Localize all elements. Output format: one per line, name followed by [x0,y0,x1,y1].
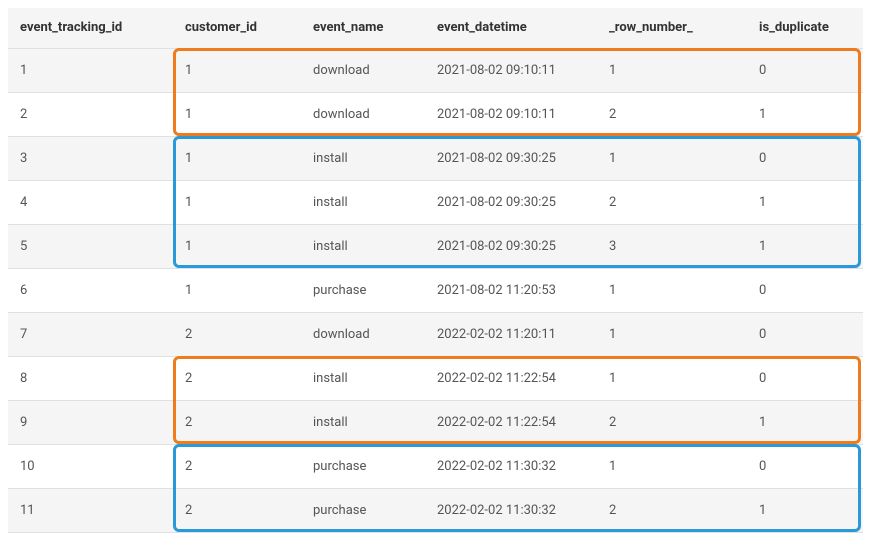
col-event-tracking-id: event_tracking_id [8,8,173,48]
col-customer-id: customer_id [173,8,301,48]
cell--row-number-: 3 [597,224,747,268]
data-table: event_tracking_id customer_id event_name… [8,8,863,533]
table-row: 112purchase2022-02-02 11:30:3221 [8,488,863,532]
col-row-number: _row_number_ [597,8,747,48]
cell-is-duplicate: 1 [747,488,863,532]
cell-is-duplicate: 0 [747,312,863,356]
cell-is-duplicate: 0 [747,356,863,400]
cell-event-name: purchase [301,488,425,532]
cell-event-tracking-id: 8 [8,356,173,400]
cell--row-number-: 2 [597,400,747,444]
cell-is-duplicate: 0 [747,48,863,92]
table-row: 72download2022-02-02 11:20:1110 [8,312,863,356]
table-row: 82install2022-02-02 11:22:5410 [8,356,863,400]
cell-customer-id: 1 [173,92,301,136]
cell--row-number-: 1 [597,268,747,312]
cell-event-name: purchase [301,444,425,488]
cell-event-datetime: 2021-08-02 09:30:25 [425,224,597,268]
cell-event-tracking-id: 5 [8,224,173,268]
cell-customer-id: 1 [173,224,301,268]
cell-event-datetime: 2021-08-02 09:30:25 [425,180,597,224]
cell-event-tracking-id: 3 [8,136,173,180]
cell-customer-id: 2 [173,444,301,488]
cell-event-tracking-id: 11 [8,488,173,532]
cell-event-tracking-id: 6 [8,268,173,312]
cell--row-number-: 2 [597,488,747,532]
cell--row-number-: 1 [597,312,747,356]
cell--row-number-: 1 [597,48,747,92]
cell-event-name: download [301,48,425,92]
col-event-datetime: event_datetime [425,8,597,48]
data-table-wrap: event_tracking_id customer_id event_name… [8,8,863,533]
cell-is-duplicate: 1 [747,224,863,268]
cell-customer-id: 1 [173,180,301,224]
cell-is-duplicate: 0 [747,268,863,312]
cell-is-duplicate: 1 [747,180,863,224]
cell-customer-id: 2 [173,356,301,400]
cell-event-datetime: 2021-08-02 09:30:25 [425,136,597,180]
cell-event-name: download [301,92,425,136]
cell-event-datetime: 2021-08-02 11:20:53 [425,268,597,312]
cell-event-name: download [301,312,425,356]
cell-event-tracking-id: 2 [8,92,173,136]
table-row: 41install2021-08-02 09:30:2521 [8,180,863,224]
cell-is-duplicate: 0 [747,444,863,488]
cell-event-tracking-id: 4 [8,180,173,224]
table-row: 11download2021-08-02 09:10:1110 [8,48,863,92]
cell-event-datetime: 2022-02-02 11:30:32 [425,444,597,488]
cell-customer-id: 2 [173,488,301,532]
cell-event-name: install [301,400,425,444]
cell-event-datetime: 2022-02-02 11:22:54 [425,400,597,444]
table-row: 102purchase2022-02-02 11:30:3210 [8,444,863,488]
table-row: 31install2021-08-02 09:30:2510 [8,136,863,180]
cell-is-duplicate: 0 [747,136,863,180]
cell-event-name: install [301,356,425,400]
cell-event-tracking-id: 10 [8,444,173,488]
table-row: 61purchase2021-08-02 11:20:5310 [8,268,863,312]
cell-customer-id: 2 [173,400,301,444]
cell-event-datetime: 2021-08-02 09:10:11 [425,48,597,92]
cell-event-tracking-id: 7 [8,312,173,356]
cell--row-number-: 1 [597,444,747,488]
cell-event-datetime: 2022-02-02 11:20:11 [425,312,597,356]
cell-customer-id: 2 [173,312,301,356]
cell-is-duplicate: 1 [747,400,863,444]
cell-customer-id: 1 [173,136,301,180]
cell-is-duplicate: 1 [747,92,863,136]
table-row: 51install2021-08-02 09:30:2531 [8,224,863,268]
cell-event-tracking-id: 1 [8,48,173,92]
col-is-duplicate: is_duplicate [747,8,863,48]
cell-event-name: purchase [301,268,425,312]
cell-event-datetime: 2021-08-02 09:10:11 [425,92,597,136]
cell-event-tracking-id: 9 [8,400,173,444]
cell-customer-id: 1 [173,48,301,92]
cell-event-name: install [301,180,425,224]
cell--row-number-: 1 [597,356,747,400]
cell-event-datetime: 2022-02-02 11:30:32 [425,488,597,532]
cell--row-number-: 2 [597,180,747,224]
cell--row-number-: 1 [597,136,747,180]
cell-customer-id: 1 [173,268,301,312]
table-header-row: event_tracking_id customer_id event_name… [8,8,863,48]
table-row: 21download2021-08-02 09:10:1121 [8,92,863,136]
cell-event-name: install [301,136,425,180]
cell-event-name: install [301,224,425,268]
col-event-name: event_name [301,8,425,48]
table-row: 92install2022-02-02 11:22:5421 [8,400,863,444]
cell-event-datetime: 2022-02-02 11:22:54 [425,356,597,400]
cell--row-number-: 2 [597,92,747,136]
